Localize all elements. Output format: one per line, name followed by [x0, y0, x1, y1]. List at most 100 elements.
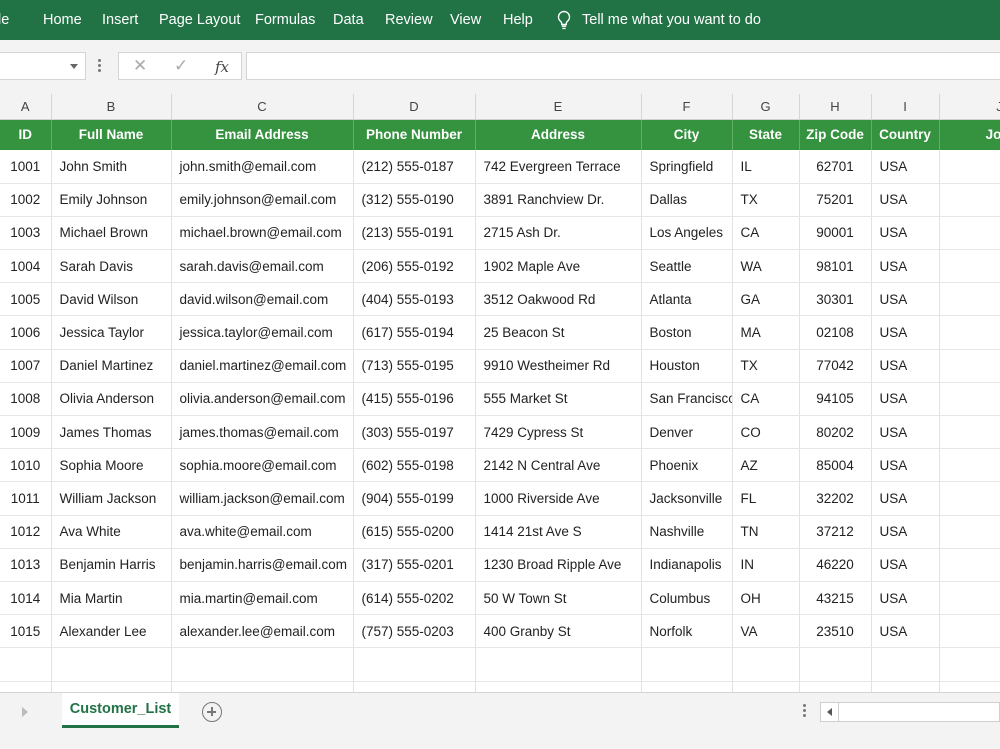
table-cell[interactable]: 1902 Maple Ave: [475, 249, 642, 284]
menu-home[interactable]: Home: [43, 0, 82, 40]
table-cell[interactable]: 37212: [799, 515, 872, 549]
table-cell[interactable]: 11-Ja: [939, 548, 1000, 582]
column-letter[interactable]: A: [0, 94, 52, 120]
table-cell[interactable]: 85004: [799, 448, 872, 483]
table-cell[interactable]: 1014: [0, 581, 52, 616]
empty-cell[interactable]: [871, 647, 940, 682]
table-cell[interactable]: San Francisco: [641, 382, 733, 417]
table-cell[interactable]: 1012: [0, 515, 52, 549]
table-cell[interactable]: john.smith@email.com: [171, 150, 354, 184]
header-cell[interactable]: State: [732, 119, 800, 150]
table-cell[interactable]: 2142 N Central Ave: [475, 448, 642, 483]
table-cell[interactable]: (206) 555-0192: [353, 249, 476, 284]
table-cell[interactable]: (312) 555-0190: [353, 183, 476, 217]
table-cell[interactable]: 23510: [799, 614, 872, 649]
table-cell[interactable]: David Wilson: [51, 282, 172, 317]
empty-cell[interactable]: [171, 647, 354, 682]
table-cell[interactable]: (303) 555-0197: [353, 415, 476, 450]
empty-cell[interactable]: [0, 681, 52, 692]
header-cell[interactable]: Address: [475, 119, 642, 150]
cancel-icon[interactable]: ✕: [133, 56, 147, 76]
table-cell[interactable]: Daniel Martinez: [51, 349, 172, 383]
header-cell[interactable]: Full Name: [51, 119, 172, 150]
table-cell[interactable]: 400 Granby St: [475, 614, 642, 649]
table-cell[interactable]: 1009: [0, 415, 52, 450]
table-cell[interactable]: 94105: [799, 382, 872, 417]
table-cell[interactable]: (415) 555-0196: [353, 382, 476, 417]
table-cell[interactable]: william.jackson@email.com: [171, 481, 354, 516]
empty-cell[interactable]: [475, 681, 642, 692]
table-cell[interactable]: USA: [871, 448, 940, 483]
table-cell[interactable]: 1003: [0, 216, 52, 251]
table-cell[interactable]: Atlanta: [641, 282, 733, 317]
table-cell[interactable]: AZ: [732, 448, 800, 483]
table-cell[interactable]: CO: [732, 415, 800, 450]
table-cell[interactable]: USA: [871, 315, 940, 350]
table-cell[interactable]: TX: [732, 183, 800, 217]
table-cell[interactable]: 02108: [799, 315, 872, 350]
table-cell[interactable]: (404) 555-0193: [353, 282, 476, 317]
table-cell[interactable]: (757) 555-0203: [353, 614, 476, 649]
table-cell[interactable]: Olivia Anderson: [51, 382, 172, 417]
scroll-tabs-left-icon[interactable]: [22, 707, 28, 717]
table-cell[interactable]: John Smith: [51, 150, 172, 184]
column-letter[interactable]: D: [353, 94, 476, 120]
menu-formulas[interactable]: Formulas: [255, 0, 315, 40]
table-cell[interactable]: 77042: [799, 349, 872, 383]
table-cell[interactable]: (602) 555-0198: [353, 448, 476, 483]
table-cell[interactable]: 3891 Ranchview Dr.: [475, 183, 642, 217]
table-cell[interactable]: 6-Ja: [939, 183, 1000, 217]
table-cell[interactable]: 1006: [0, 315, 52, 350]
table-cell[interactable]: USA: [871, 382, 940, 417]
table-cell[interactable]: 75201: [799, 183, 872, 217]
table-cell[interactable]: 9910 Westheimer Rd: [475, 349, 642, 383]
column-letter[interactable]: B: [51, 94, 172, 120]
table-cell[interactable]: 8-Ja: [939, 315, 1000, 350]
column-letter[interactable]: F: [641, 94, 733, 120]
table-cell[interactable]: VA: [732, 614, 800, 649]
enter-icon[interactable]: ✓: [174, 56, 188, 76]
table-cell[interactable]: jessica.taylor@email.com: [171, 315, 354, 350]
table-cell[interactable]: sarah.davis@email.com: [171, 249, 354, 284]
column-letter[interactable]: E: [475, 94, 642, 120]
table-cell[interactable]: USA: [871, 581, 940, 616]
table-cell[interactable]: Seattle: [641, 249, 733, 284]
table-cell[interactable]: 555 Market St: [475, 382, 642, 417]
table-cell[interactable]: Norfolk: [641, 614, 733, 649]
column-letter[interactable]: J: [939, 94, 1000, 120]
table-cell[interactable]: Emily Johnson: [51, 183, 172, 217]
table-cell[interactable]: WA: [732, 249, 800, 284]
table-cell[interactable]: michael.brown@email.com: [171, 216, 354, 251]
table-cell[interactable]: 742 Evergreen Terrace: [475, 150, 642, 184]
empty-cell[interactable]: [475, 647, 642, 682]
table-cell[interactable]: Dallas: [641, 183, 733, 217]
menu-insert[interactable]: Insert: [102, 0, 138, 40]
table-cell[interactable]: Jacksonville: [641, 481, 733, 516]
table-cell[interactable]: (713) 555-0195: [353, 349, 476, 383]
menu-review[interactable]: Review: [385, 0, 433, 40]
menu-page-layout[interactable]: Page Layout: [159, 0, 240, 40]
empty-cell[interactable]: [641, 681, 733, 692]
table-cell[interactable]: 2715 Ash Dr.: [475, 216, 642, 251]
table-cell[interactable]: CA: [732, 382, 800, 417]
table-cell[interactable]: (317) 555-0201: [353, 548, 476, 582]
table-cell[interactable]: (614) 555-0202: [353, 581, 476, 616]
table-cell[interactable]: 46220: [799, 548, 872, 582]
table-cell[interactable]: ava.white@email.com: [171, 515, 354, 549]
empty-cell[interactable]: [732, 647, 800, 682]
table-cell[interactable]: TN: [732, 515, 800, 549]
header-cell[interactable]: City: [641, 119, 733, 150]
table-cell[interactable]: William Jackson: [51, 481, 172, 516]
table-cell[interactable]: 1000 Riverside Ave: [475, 481, 642, 516]
table-cell[interactable]: sophia.moore@email.com: [171, 448, 354, 483]
empty-cell[interactable]: [0, 647, 52, 682]
table-cell[interactable]: Sophia Moore: [51, 448, 172, 483]
table-cell[interactable]: 7-Ja: [939, 249, 1000, 284]
table-cell[interactable]: Boston: [641, 315, 733, 350]
table-cell[interactable]: Alexander Lee: [51, 614, 172, 649]
table-cell[interactable]: 6-Ja: [939, 216, 1000, 251]
table-cell[interactable]: USA: [871, 349, 940, 383]
table-cell[interactable]: 1230 Broad Ripple Ave: [475, 548, 642, 582]
table-cell[interactable]: Nashville: [641, 515, 733, 549]
table-cell[interactable]: 11-Ja: [939, 515, 1000, 549]
